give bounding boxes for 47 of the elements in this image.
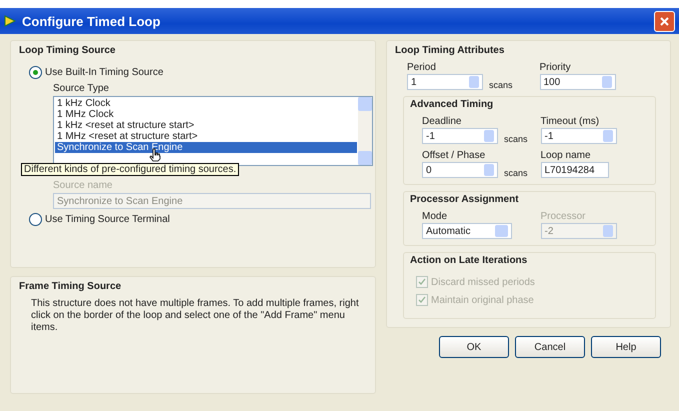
section-title: Frame Timing Source bbox=[19, 281, 122, 292]
list-item[interactable]: 1 MHz Clock bbox=[55, 109, 357, 120]
field-label: Mode bbox=[422, 211, 448, 222]
field-label: Offset / Phase bbox=[422, 150, 486, 161]
unit-label: scans bbox=[489, 80, 513, 90]
dialog-button[interactable]: Help bbox=[591, 336, 661, 358]
section-title: Action on Late Iterations bbox=[410, 255, 528, 266]
text-field[interactable]: L70194284 bbox=[540, 162, 608, 178]
radio-label: Use Timing Source Terminal bbox=[45, 214, 170, 225]
close-icon bbox=[660, 16, 669, 26]
unit-label: scans bbox=[504, 168, 528, 178]
section-title: Loop Timing Attributes bbox=[395, 45, 504, 56]
list-item[interactable]: 1 kHz Clock bbox=[55, 98, 357, 109]
spin-box[interactable]: -1 bbox=[422, 128, 498, 144]
dialog-button[interactable]: Cancel bbox=[515, 336, 585, 358]
field-label: Processor bbox=[540, 211, 587, 222]
radio-button[interactable] bbox=[29, 66, 42, 79]
scroll-bar bbox=[358, 97, 372, 165]
checkbox-label: Maintain original phase bbox=[431, 294, 534, 306]
spin-box[interactable]: 0 bbox=[422, 162, 498, 178]
section-title: Loop Timing Source bbox=[19, 45, 116, 56]
checkbox-label: Discard missed periods bbox=[431, 276, 535, 288]
section-title: Processor Assignment bbox=[410, 194, 519, 205]
window-title: Configure Timed Loop bbox=[22, 14, 162, 28]
field-label: Source Type bbox=[53, 83, 110, 94]
field-label: Deadline bbox=[422, 116, 462, 127]
list-item[interactable]: 1 kHz <reset at structure start> bbox=[55, 120, 357, 131]
tooltip: Different kinds of pre-configured timing sources. bbox=[21, 163, 240, 176]
field-label: Loop name bbox=[540, 150, 592, 161]
close-button[interactable] bbox=[654, 10, 675, 32]
radio-button[interactable] bbox=[29, 213, 42, 226]
unit-label: scans bbox=[504, 134, 528, 144]
field-label: Period bbox=[407, 62, 437, 73]
spin-box[interactable]: 1 bbox=[407, 74, 483, 90]
field-label: Timeout (ms) bbox=[540, 116, 600, 127]
spin-box[interactable]: -1 bbox=[540, 128, 616, 144]
radio-label: Use Built-In Timing Source bbox=[45, 67, 164, 78]
dialog-button[interactable]: OK bbox=[439, 336, 509, 358]
field-label: Source name bbox=[53, 180, 114, 191]
list-item[interactable]: Synchronize to Scan Engine bbox=[55, 142, 357, 153]
description-text: This structure does not have multiple frames. To add multiple frames, right click on the border of the loop and select one of the "Add Frame" menu items. bbox=[31, 298, 360, 334]
list-item[interactable]: 1 MHz <reset at structure start> bbox=[55, 131, 357, 142]
field-label: Priority bbox=[540, 62, 572, 73]
app-icon bbox=[4, 15, 16, 27]
dropdown[interactable]: Automatic bbox=[422, 223, 512, 239]
spin-box[interactable]: 100 bbox=[540, 74, 616, 90]
section-title: Advanced Timing bbox=[410, 99, 494, 110]
